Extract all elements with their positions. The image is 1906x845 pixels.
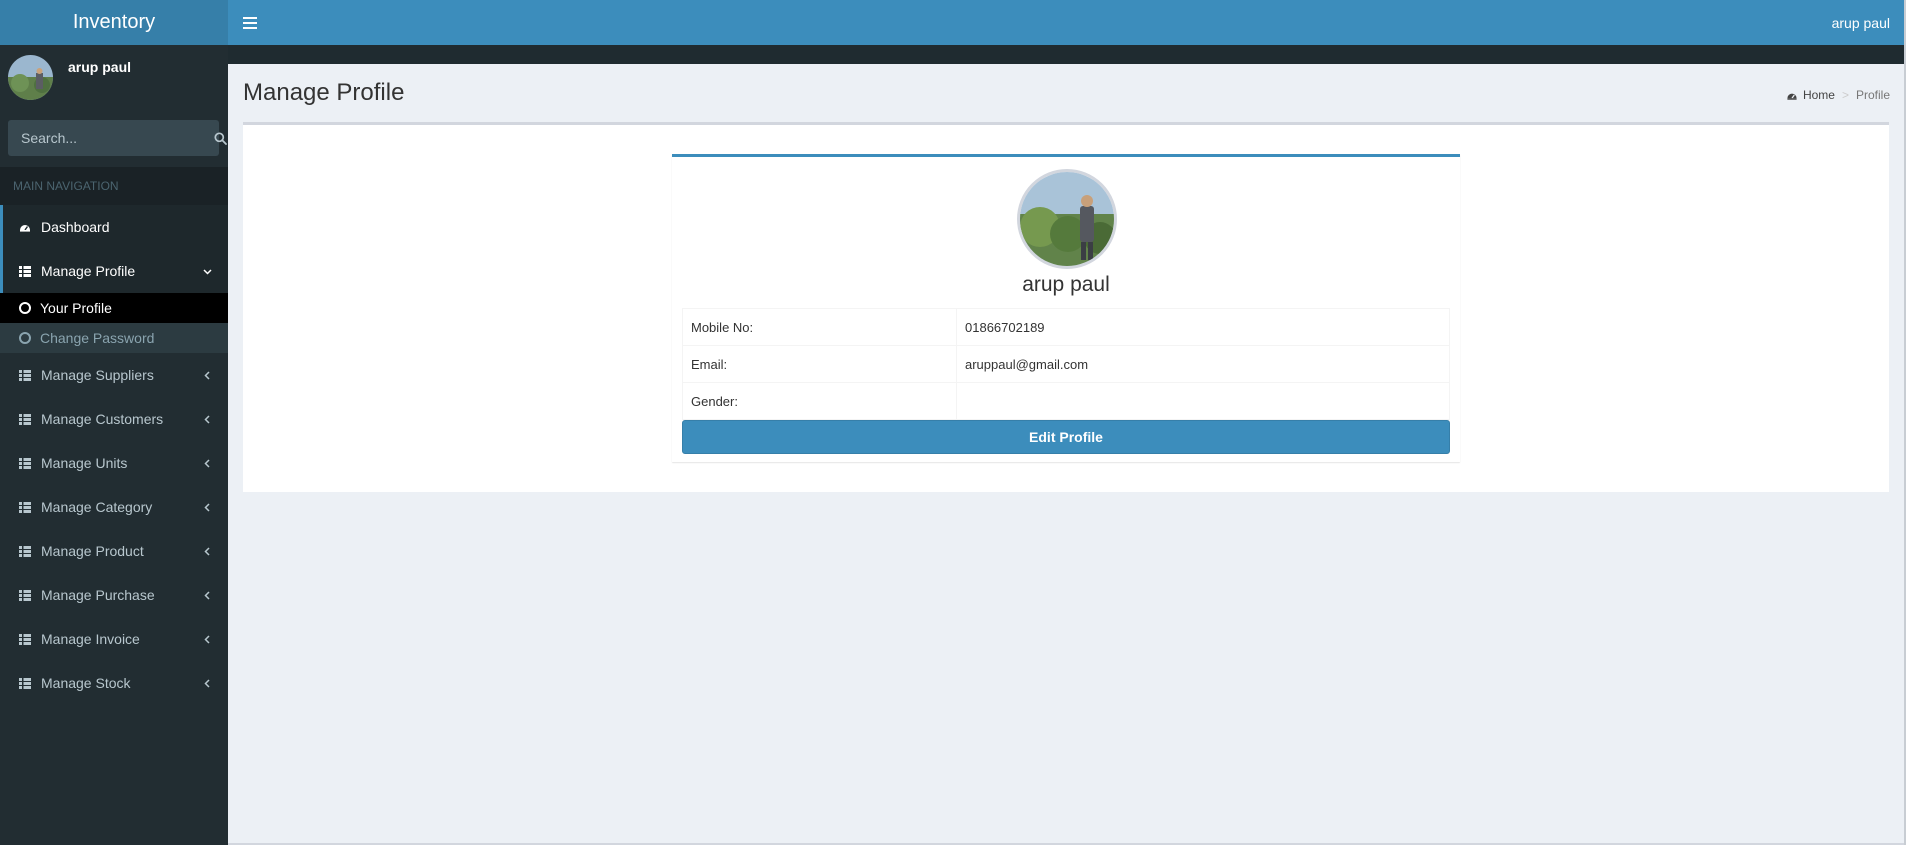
sidebar-subitem-label: Change Password bbox=[40, 330, 155, 346]
top-navbar: arup paul bbox=[228, 0, 1904, 45]
sidebar-item-label: Manage Profile bbox=[41, 263, 136, 279]
sidebar-item-manage-units[interactable]: Manage Units bbox=[0, 441, 228, 485]
table-row: Gender: bbox=[682, 382, 1450, 420]
row-label: Email: bbox=[682, 345, 957, 383]
chevron-left-icon bbox=[202, 414, 212, 424]
chevron-left-icon bbox=[202, 546, 212, 556]
app-logo[interactable]: Inventory bbox=[0, 0, 228, 45]
table-row: Email: aruppaul@gmail.com bbox=[682, 345, 1450, 383]
grid-icon bbox=[19, 413, 31, 425]
grid-icon bbox=[19, 457, 31, 469]
main-sidebar: Inventory arup paul MAIN NAVIGATION bbox=[0, 0, 228, 845]
sidebar-subitem-change-password[interactable]: Change Password bbox=[0, 323, 228, 353]
profile-submenu: Your Profile Change Password bbox=[0, 293, 228, 353]
circle-icon bbox=[19, 332, 31, 344]
content-header: Manage Profile Home > Profile bbox=[228, 64, 1904, 122]
chevron-left-icon bbox=[202, 590, 212, 600]
sidebar-item-manage-category[interactable]: Manage Category bbox=[0, 485, 228, 529]
grid-icon bbox=[19, 265, 31, 277]
sidebar-user-name: arup paul bbox=[68, 59, 132, 75]
chevron-left-icon bbox=[202, 678, 212, 688]
sidebar-item-label: Manage Purchase bbox=[41, 587, 155, 603]
chevron-left-icon bbox=[202, 502, 212, 512]
sidebar-item-label: Manage Invoice bbox=[41, 631, 140, 647]
app-title: Inventory bbox=[72, 11, 156, 33]
profile-card: arup paul Mobile No: 01866702189 Email: … bbox=[672, 154, 1460, 462]
chevron-left-icon bbox=[202, 458, 212, 468]
grid-icon bbox=[19, 545, 31, 557]
sidebar-item-label: Manage Customers bbox=[41, 411, 164, 427]
content-wrapper: Manage Profile Home > Profile arup paul … bbox=[228, 64, 1904, 845]
sidebar-item-manage-stock[interactable]: Manage Stock bbox=[0, 661, 228, 705]
sidebar-search bbox=[8, 120, 227, 156]
sidebar-subitem-label: Your Profile bbox=[40, 300, 112, 316]
dashboard-icon bbox=[20, 225, 30, 232]
profile-avatar bbox=[1017, 169, 1117, 269]
breadcrumb-home-label: Home bbox=[1802, 88, 1835, 102]
sidebar-item-label: Manage Suppliers bbox=[41, 367, 154, 383]
profile-details-table: Mobile No: 01866702189 Email: aruppaul@g… bbox=[682, 308, 1450, 420]
chevron-down-icon bbox=[202, 266, 212, 276]
sidebar-item-manage-invoice[interactable]: Manage Invoice bbox=[0, 617, 228, 661]
sidebar-menu: Dashboard Manage Profile Your Profile Ch… bbox=[0, 205, 228, 705]
breadcrumb-home-link[interactable]: Home bbox=[1786, 88, 1835, 102]
breadcrumb-separator: > bbox=[1841, 88, 1849, 102]
circle-icon bbox=[19, 302, 31, 314]
chevron-left-icon bbox=[202, 634, 212, 644]
sidebar-item-label: Dashboard bbox=[41, 219, 110, 235]
dashboard-icon bbox=[1787, 93, 1797, 100]
sidebar-item-manage-profile[interactable]: Manage Profile bbox=[0, 249, 228, 293]
grid-icon bbox=[19, 633, 31, 645]
breadcrumb: Home > Profile bbox=[1786, 88, 1890, 102]
sidebar-item-label: Manage Category bbox=[41, 499, 153, 515]
sidebar-item-label: Manage Stock bbox=[41, 675, 131, 691]
row-value bbox=[956, 382, 1450, 420]
avatar bbox=[8, 55, 53, 100]
search-button[interactable] bbox=[214, 120, 227, 156]
content-box: arup paul Mobile No: 01866702189 Email: … bbox=[243, 122, 1889, 492]
edit-profile-button[interactable]: Edit Profile bbox=[682, 420, 1450, 454]
sidebar-item-label: Manage Product bbox=[41, 543, 144, 559]
header-divider-bar bbox=[228, 45, 1904, 64]
sidebar-item-manage-product[interactable]: Manage Product bbox=[0, 529, 228, 573]
user-panel: arup paul bbox=[0, 45, 228, 119]
profile-username: arup paul bbox=[1022, 273, 1110, 296]
sidebar-item-manage-purchase[interactable]: Manage Purchase bbox=[0, 573, 228, 617]
grid-icon bbox=[19, 501, 31, 513]
grid-icon bbox=[19, 589, 31, 601]
sidebar-toggle-icon[interactable] bbox=[243, 16, 257, 29]
search-input[interactable] bbox=[8, 120, 214, 156]
grid-icon bbox=[19, 677, 31, 689]
search-icon bbox=[214, 131, 227, 145]
table-row: Mobile No: 01866702189 bbox=[682, 308, 1450, 346]
grid-icon bbox=[19, 369, 31, 381]
page-title: Manage Profile bbox=[243, 79, 405, 106]
row-label: Mobile No: bbox=[682, 308, 957, 346]
sidebar-item-manage-customers[interactable]: Manage Customers bbox=[0, 397, 228, 441]
row-label: Gender: bbox=[682, 382, 957, 420]
sidebar-item-label: Manage Units bbox=[41, 455, 128, 471]
nav-header: MAIN NAVIGATION bbox=[0, 167, 228, 205]
row-value: 01866702189 bbox=[956, 308, 1450, 346]
header-user-menu[interactable]: arup paul bbox=[1832, 15, 1890, 31]
sidebar-subitem-your-profile[interactable]: Your Profile bbox=[0, 293, 228, 323]
sidebar-item-dashboard[interactable]: Dashboard bbox=[0, 205, 228, 249]
sidebar-item-manage-suppliers[interactable]: Manage Suppliers bbox=[0, 353, 228, 397]
row-value: aruppaul@gmail.com bbox=[956, 345, 1450, 383]
breadcrumb-current: Profile bbox=[1855, 88, 1890, 102]
chevron-left-icon bbox=[202, 370, 212, 380]
